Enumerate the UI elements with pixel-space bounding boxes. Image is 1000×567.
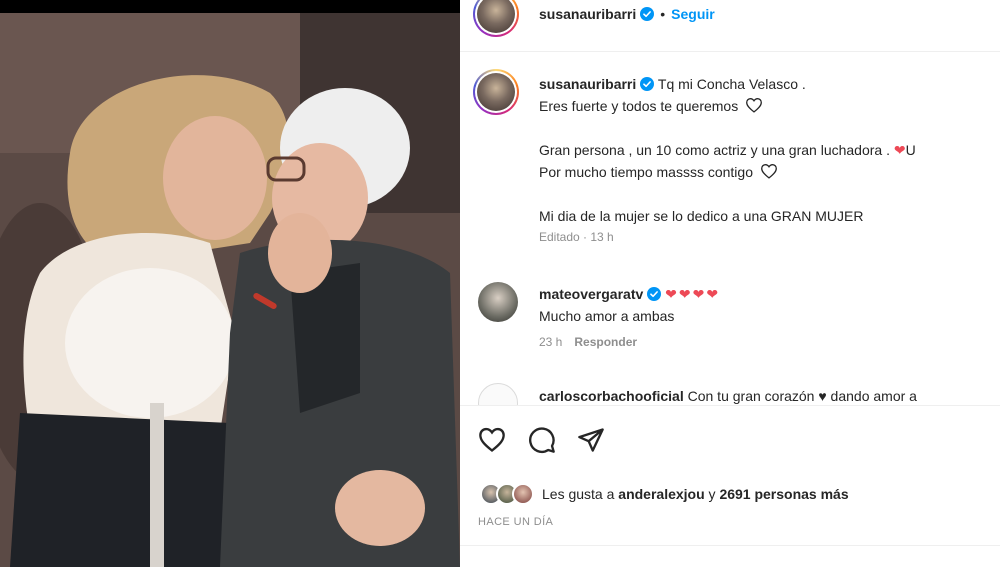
caption-avatar[interactable]	[473, 69, 519, 115]
comment-username[interactable]: mateovergaratv	[539, 286, 643, 302]
commenter-avatar[interactable]	[478, 383, 518, 405]
verified-badge-icon	[647, 287, 662, 301]
hand	[268, 213, 332, 293]
comment-username[interactable]: carloscorbachooficial	[539, 388, 684, 404]
comments-section[interactable]: susanauribarri Tq mi Concha Velasco . Er…	[460, 53, 1000, 405]
commenter-avatar[interactable]	[478, 282, 518, 322]
post-side-panel: susanauribarri • Seguir susanauribarri T…	[460, 0, 1000, 567]
caption-block: susanauribarri Tq mi Concha Velasco . Er…	[539, 73, 1000, 244]
author-avatar[interactable]	[473, 0, 519, 37]
hand-lower	[335, 470, 425, 546]
comment-time: 23 h	[539, 335, 563, 349]
likes-connector: y	[708, 486, 716, 502]
comment-line: carloscorbachooficial Con tu gran corazó…	[539, 385, 1000, 405]
caption-line-2: Eres fuerte y todos te queremos	[539, 95, 1000, 117]
red-heart-icon: ❤	[893, 142, 906, 158]
header-user-row: susanauribarri • Seguir	[539, 6, 715, 22]
caption-text-4: Por mucho tiempo massss contigo	[539, 164, 753, 180]
heart-outline-icon	[746, 98, 763, 113]
caption-line-1: susanauribarri Tq mi Concha Velasco .	[539, 73, 1000, 95]
likes-row: Les gusta a anderalexjou y 2691 personas…	[480, 481, 849, 507]
woman-face	[163, 116, 267, 240]
caption-line-5: Mi dia de la mujer se lo dedico a una GR…	[539, 208, 864, 224]
post-actions: Les gusta a anderalexjou y 2691 personas…	[460, 405, 1000, 545]
caption-text-3: Gran persona , un 10 como actriz y una g…	[539, 142, 890, 158]
photo-illustration	[0, 13, 460, 567]
comment-hearts: ❤❤❤❤	[665, 286, 721, 302]
caption-text-1: Tq mi Concha Velasco .	[657, 76, 806, 92]
caption-line-4: Por mucho tiempo massss contigo	[539, 161, 1000, 183]
heart-outline-icon[interactable]	[478, 426, 506, 454]
likes-prefix: Les gusta a	[542, 486, 615, 502]
liker-avatar[interactable]	[512, 483, 534, 505]
post-timestamp[interactable]: HACE UN DÍA	[478, 516, 553, 528]
comment-item: carloscorbachooficial Con tu gran corazó…	[539, 385, 1000, 405]
heart-outline-icon	[760, 164, 777, 179]
comment-line: mateovergaratv ❤❤❤❤	[539, 283, 1000, 305]
comment-item: mateovergaratv ❤❤❤❤ Mucho amor a ambas 2…	[539, 283, 1000, 349]
caption-line-3: Gran persona , un 10 como actriz y una g…	[539, 139, 1000, 161]
paper-plane-icon[interactable]	[577, 426, 605, 454]
verified-badge-icon	[640, 7, 655, 21]
comment-body: Mucho amor a ambas	[539, 308, 675, 324]
dark-pants	[10, 413, 240, 567]
header-username[interactable]: susanauribarri	[539, 6, 636, 22]
blouse-sleeve	[65, 268, 235, 418]
caption-text-3-tail: U	[905, 142, 916, 158]
divider	[460, 545, 1000, 546]
likes-text: Les gusta a anderalexjou y 2691 personas…	[542, 486, 849, 502]
top-black-strip	[0, 0, 460, 13]
separator-dot: •	[660, 6, 666, 22]
caption-username[interactable]: susanauribarri	[539, 76, 636, 92]
follow-button[interactable]: Seguir	[671, 6, 715, 22]
caption-edited-time: Editado · 13 h	[539, 230, 614, 244]
liker-username[interactable]: anderalexjou	[618, 486, 704, 502]
caption-text-2: Eres fuerte y todos te queremos	[539, 98, 739, 114]
crutch	[150, 403, 164, 567]
post-header: susanauribarri • Seguir	[460, 0, 1000, 52]
verified-badge-icon	[640, 77, 655, 91]
likes-count[interactable]: 2691 personas más	[719, 486, 848, 502]
reply-button[interactable]: Responder	[574, 335, 637, 349]
comment-meta: 23 h Responder	[539, 335, 1000, 349]
post-photo[interactable]	[0, 13, 460, 567]
comment-bubble-icon[interactable]	[528, 426, 556, 454]
comment-body: Con tu gran corazón ♥ dando amor a	[687, 388, 917, 404]
